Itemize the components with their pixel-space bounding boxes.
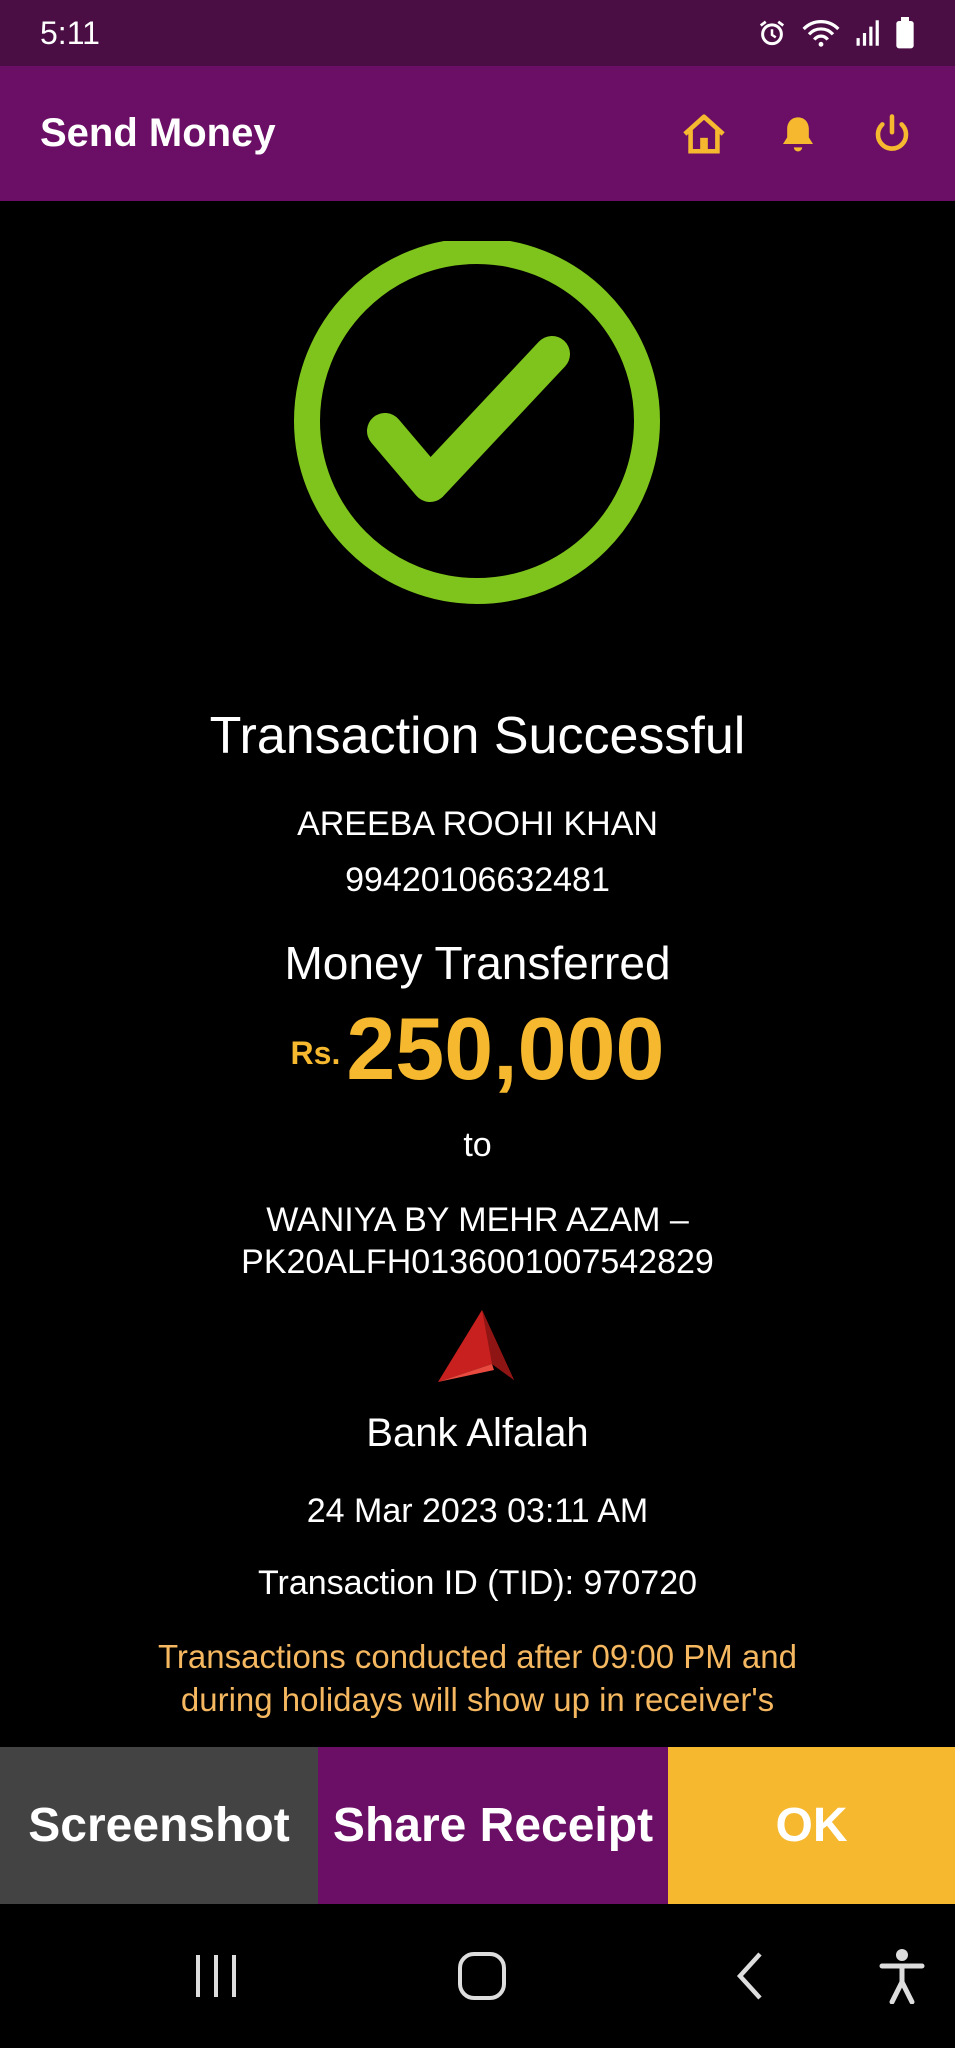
alarm-icon [759,20,785,46]
transaction-notice: Transactions conducted after 09:00 PM an… [158,1638,797,1718]
transaction-id: Transaction ID (TID): 970720 [257,1564,698,1602]
signal-icon [856,20,879,46]
back-icon [736,1952,762,2000]
system-nav-bar [0,1904,955,2048]
app-bar: Send Money [0,66,955,201]
to-label: to [463,1126,492,1164]
recents-icon [196,1955,236,1997]
ok-button[interactable]: OK [668,1747,955,1904]
accessibility-icon [879,1949,925,2004]
recipient-iban: PK20ALFH0136001007542829 [241,1243,714,1281]
battery-icon [896,17,914,49]
screenshot-button[interactable]: Screenshot [0,1747,318,1904]
power-icon [875,113,909,151]
share-receipt-button[interactable]: Share Receipt [318,1747,668,1904]
status-bar: 5:11 [0,0,955,66]
status-icons [757,17,915,49]
home-nav-icon [458,1952,506,2000]
wifi-icon [802,20,840,47]
status-time: 5:11 [40,14,100,51]
recipient-name: WANIYA BY MEHR AZAM – [266,1201,689,1239]
action-bar: Screenshot Share Receipt OK [0,1747,955,1904]
currency-label: Rs. [290,1035,341,1071]
bank-alfalah-logo [438,1310,514,1382]
page-title: Send Money [40,111,276,155]
sender-name: AREEBA ROOHI KHAN [297,805,658,843]
bell-icon [783,116,813,151]
home-nav-button[interactable] [452,1946,512,2006]
notifications-button[interactable] [775,111,821,157]
app-bar-actions [681,111,915,157]
check-circle-icon [294,241,660,604]
bank-name: Bank Alfalah [366,1411,589,1455]
transaction-status-title: Transaction Successful [209,707,746,765]
sender-account: 99420106632481 [345,861,610,899]
transaction-datetime: 24 Mar 2023 03:11 AM [306,1492,649,1530]
amount-value: 250,000 [346,999,665,1098]
receipt-content: Transaction Successful AREEBA ROOHI KHAN… [0,201,955,1747]
recents-button[interactable] [186,1946,246,2006]
recipient-details: WANIYA BY MEHR AZAM – PK20ALFH0136001007… [0,1199,955,1283]
amount-row: Rs. 250,000 [0,999,955,1098]
back-button[interactable] [720,1946,780,2006]
accessibility-button[interactable] [870,1944,934,2008]
home-icon [683,113,725,154]
home-button[interactable] [681,111,727,157]
money-transferred-label: Money Transferred [284,937,671,989]
logout-button[interactable] [869,111,915,157]
